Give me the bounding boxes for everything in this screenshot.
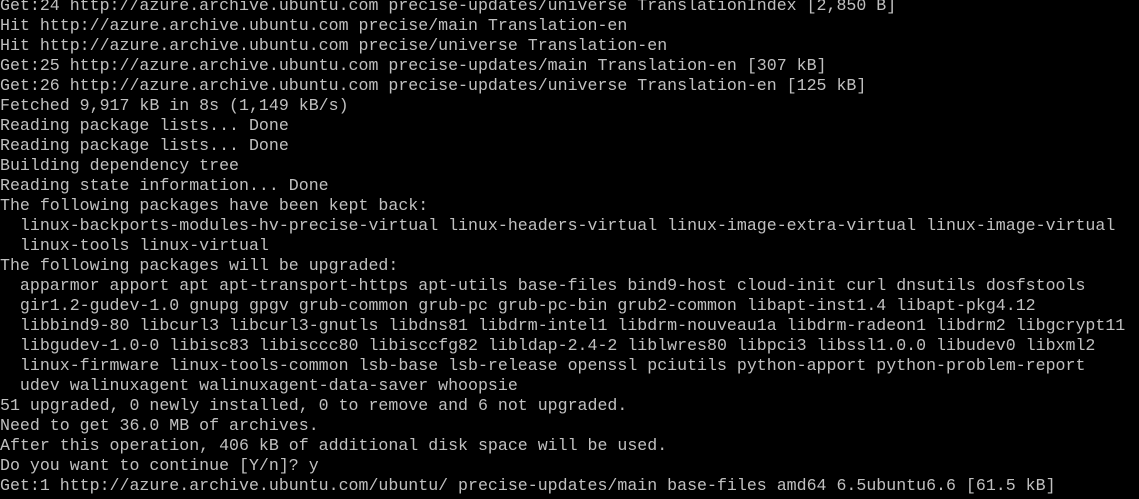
output-line-upgraded-heading: The following packages will be upgraded: xyxy=(0,256,399,275)
output-line-reading-lists-1: Reading package lists... Done xyxy=(0,116,289,135)
output-line-upgrade-packages-5: linux-firmware linux-tools-common lsb-ba… xyxy=(0,356,1086,375)
output-line-upgrade-packages-1: apparmor apport apt apt-transport-https … xyxy=(0,276,1086,295)
output-line-reading-lists-2: Reading package lists... Done xyxy=(0,136,289,155)
output-line-upgrade-packages-6: udev walinuxagent walinuxagent-data-save… xyxy=(0,376,518,395)
output-line-kept-back-packages-1: linux-backports-modules-hv-precise-virtu… xyxy=(0,216,1116,235)
output-line-kept-back-heading: The following packages have been kept ba… xyxy=(0,196,429,215)
output-line-hit-main: Hit http://azure.archive.ubuntu.com prec… xyxy=(0,16,628,35)
output-line-get-26: Get:26 http://azure.archive.ubuntu.com p… xyxy=(0,76,867,95)
output-line-archive-size: Need to get 36.0 MB of archives. xyxy=(0,416,319,435)
output-line-get-25: Get:25 http://azure.archive.ubuntu.com p… xyxy=(0,56,827,75)
output-line-kept-back-packages-2: linux-tools linux-virtual xyxy=(0,236,269,255)
output-line-hit-universe: Hit http://azure.archive.ubuntu.com prec… xyxy=(0,36,668,55)
output-line-reading-state: Reading state information... Done xyxy=(0,176,329,195)
output-line-get-24: Get:24 http://azure.archive.ubuntu.com p… xyxy=(0,0,897,15)
output-line-building-tree: Building dependency tree xyxy=(0,156,239,175)
terminal-output[interactable]: Get:24 http://azure.archive.ubuntu.com p… xyxy=(0,0,1139,499)
output-line-get-1: Get:1 http://azure.archive.ubuntu.com/ub… xyxy=(0,476,1056,495)
output-line-disk-space: After this operation, 406 kB of addition… xyxy=(0,436,668,455)
output-line-upgrade-packages-3: libbind9-80 libcurl3 libcurl3-gnutls lib… xyxy=(0,316,1126,335)
output-line-upgrade-packages-2: gir1.2-gudev-1.0 gnupg gpgv grub-common … xyxy=(0,296,1036,315)
output-line-upgrade-packages-4: libgudev-1.0-0 libisc83 libisccc80 libis… xyxy=(0,336,1096,355)
output-line-upgrade-summary: 51 upgraded, 0 newly installed, 0 to rem… xyxy=(0,396,628,415)
output-line-fetched: Fetched 9,917 kB in 8s (1,149 kB/s) xyxy=(0,96,349,115)
continue-prompt[interactable]: Do you want to continue [Y/n]? y xyxy=(0,456,1139,476)
